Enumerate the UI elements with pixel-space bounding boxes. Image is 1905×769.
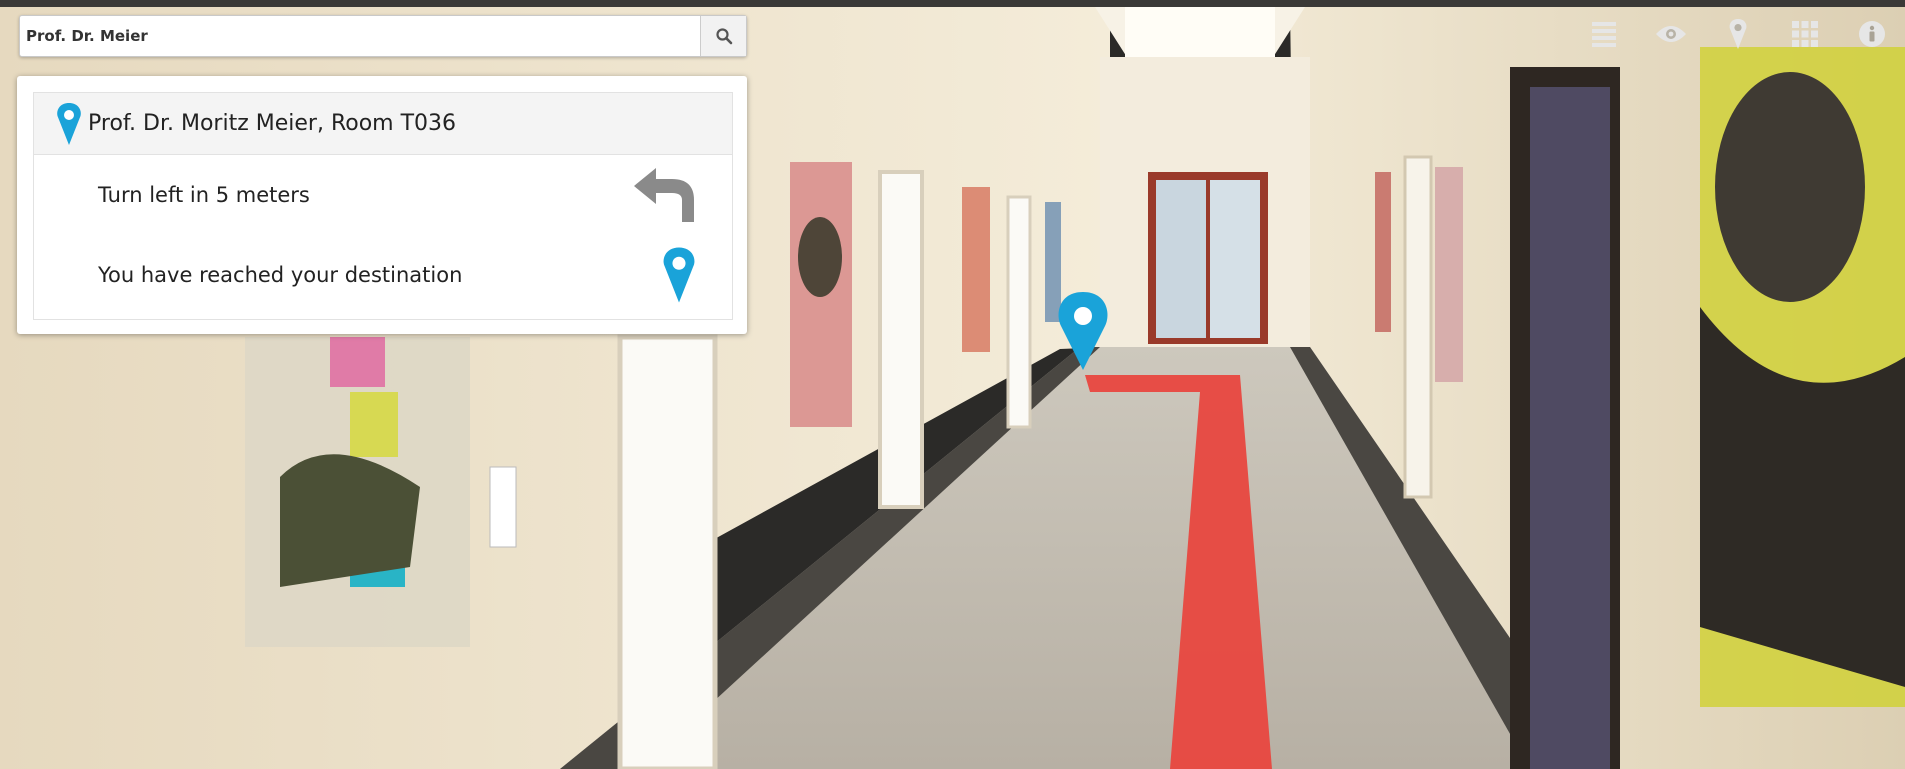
route-panel: Prof. Dr. Moritz Meier, Room T036 Turn l…	[17, 76, 747, 334]
grid-icon	[1791, 21, 1818, 47]
route-step[interactable]: You have reached your destination	[34, 235, 732, 315]
list-icon	[1591, 22, 1616, 47]
toolbar	[1570, 14, 1905, 54]
info-button[interactable]	[1838, 14, 1905, 54]
grid-button[interactable]	[1771, 14, 1838, 54]
route-step[interactable]: Turn left in 5 meters	[34, 155, 732, 235]
map-pin-icon	[57, 102, 81, 145]
map-pin-icon	[663, 247, 695, 303]
destination-header[interactable]: Prof. Dr. Moritz Meier, Room T036	[34, 93, 732, 155]
search-bar	[19, 15, 747, 57]
step-text: You have reached your destination	[98, 263, 463, 287]
view-button[interactable]	[1637, 14, 1704, 54]
eye-icon	[1655, 26, 1686, 42]
destination-label: Prof. Dr. Moritz Meier, Room T036	[88, 111, 457, 136]
search-icon	[715, 28, 732, 45]
info-icon	[1858, 21, 1885, 47]
list-button[interactable]	[1570, 14, 1637, 54]
route-list: Prof. Dr. Moritz Meier, Room T036 Turn l…	[33, 92, 733, 320]
turn-left-arrow-icon	[634, 168, 694, 222]
search-button[interactable]	[700, 16, 746, 56]
map-pin-icon	[1729, 19, 1746, 49]
search-input[interactable]	[20, 16, 700, 56]
top-bar	[0, 0, 1905, 7]
step-text: Turn left in 5 meters	[98, 183, 310, 207]
location-button[interactable]	[1704, 14, 1771, 54]
